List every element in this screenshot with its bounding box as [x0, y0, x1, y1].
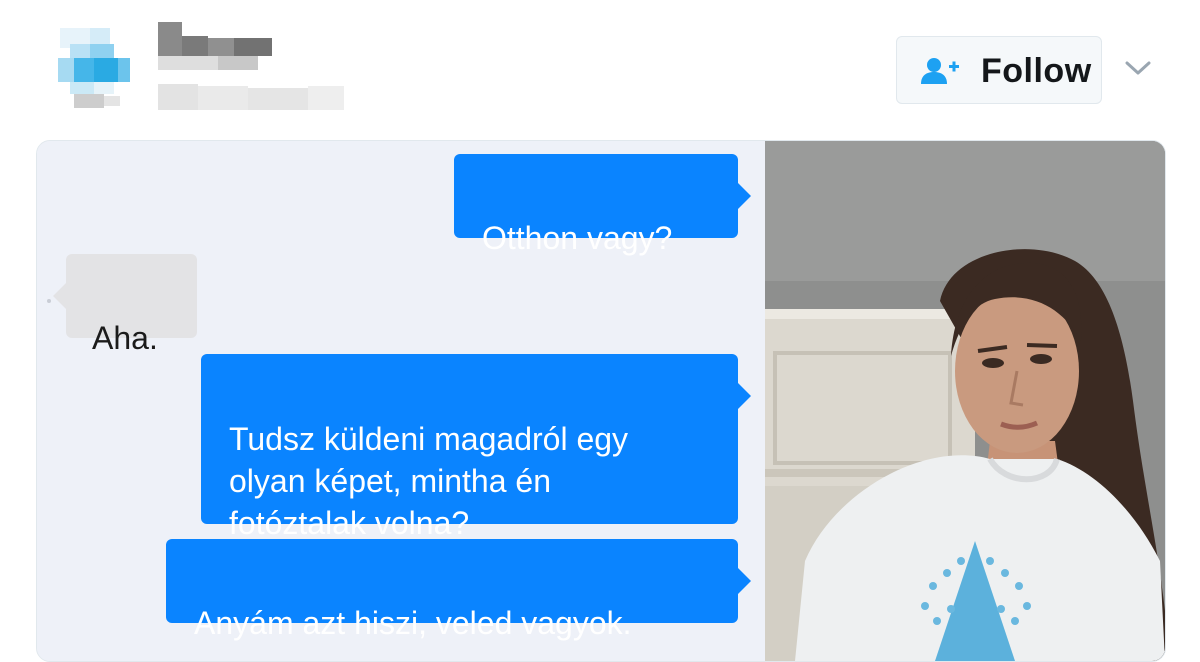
follow-button-label: Follow — [981, 52, 1092, 90]
photo-illustration — [765, 141, 1165, 661]
message-bubble-outgoing: Anyám azt hiszi, veled vagyok. — [166, 539, 751, 641]
add-user-icon — [921, 58, 959, 84]
user-name[interactable] — [158, 22, 358, 112]
message-bubble-outgoing: Otthon vagy? — [454, 154, 751, 256]
photo-image[interactable] — [765, 141, 1165, 661]
bubble-tail — [53, 282, 67, 310]
message-text: Aha. — [92, 320, 158, 356]
message-bubble-incoming: Aha. — [53, 254, 197, 356]
message-text: Tudsz küldeni magadról egy olyan képet, … — [229, 421, 629, 541]
avatar[interactable] — [50, 22, 140, 112]
message-bubble-outgoing: Tudsz küldeni magadról egy olyan képet, … — [201, 354, 751, 541]
chevron-down-icon[interactable] — [1124, 58, 1152, 78]
bubble-tail — [737, 567, 751, 595]
chat-screenshot: Otthon vagy? Aha. Tudsz küldeni magadról… — [37, 141, 765, 661]
chat-dot — [47, 299, 51, 303]
bubble-tail — [737, 382, 751, 410]
bubble-tail — [737, 182, 751, 210]
message-text: Otthon vagy? — [482, 220, 673, 256]
message-text: Anyám azt hiszi, veled vagyok. — [194, 605, 632, 641]
media-card[interactable]: Otthon vagy? Aha. Tudsz küldeni magadról… — [36, 140, 1166, 662]
follow-button[interactable]: Follow — [896, 36, 1102, 104]
